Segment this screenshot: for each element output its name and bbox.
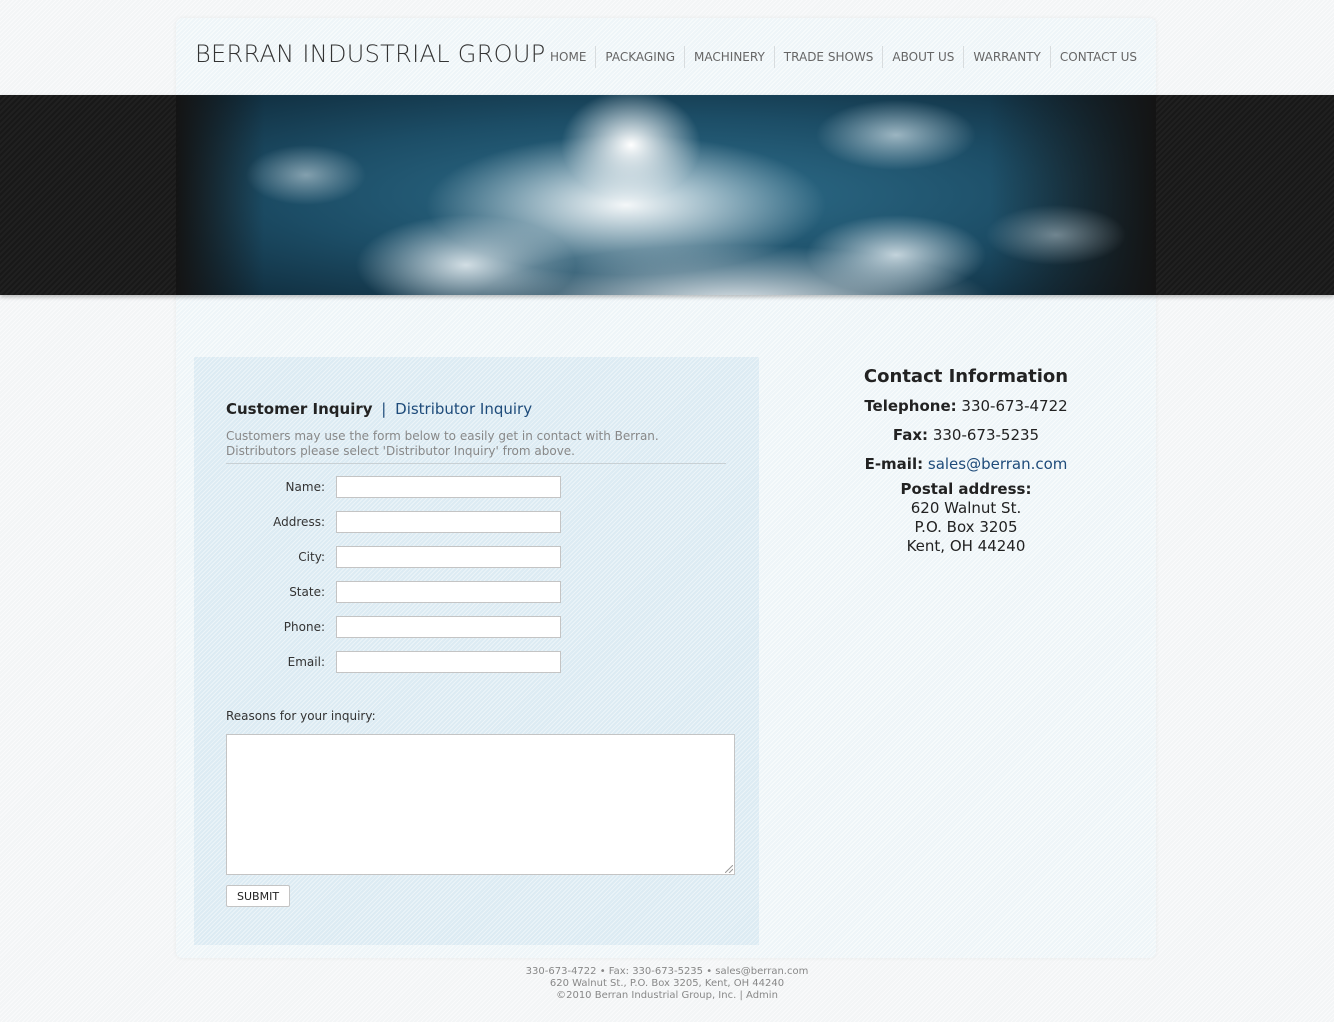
reasons-textarea[interactable] (226, 734, 735, 875)
telephone-label: Telephone: (864, 397, 957, 415)
fax-value: 330-673-5235 (932, 426, 1040, 444)
telephone-line: Telephone: 330-673-4722 (816, 394, 1116, 418)
resize-grip-icon[interactable] (725, 865, 733, 873)
email-label-contact: E-mail: (864, 455, 924, 473)
state-label: State: (289, 585, 325, 599)
postal-line: P.O. Box 3205 (914, 518, 1018, 536)
admin-link[interactable]: Admin (746, 990, 778, 1001)
email-line: E-mail: sales@berran.com (816, 452, 1116, 476)
nav-contact-us[interactable]: CONTACT US (1049, 46, 1146, 68)
city-input[interactable] (336, 546, 561, 568)
nav-machinery[interactable]: MACHINERY (684, 46, 774, 68)
reasons-label: Reasons for your inquiry: (226, 709, 376, 723)
footer: 330-673-4722 • Fax: 330-673-5235 • sales… (0, 966, 1334, 1002)
address-input[interactable] (336, 511, 561, 533)
nav-packaging[interactable]: PACKAGING (595, 46, 684, 68)
banner-strip (0, 95, 1334, 295)
tab-separator: | (381, 400, 387, 418)
email-link[interactable]: sales@berran.com (928, 455, 1068, 473)
site-logo[interactable]: BERRAN INDUSTRIAL GROUP (195, 40, 546, 68)
postal-line: 620 Walnut St. (910, 499, 1022, 517)
tab-customer-inquiry[interactable]: Customer Inquiry (226, 400, 373, 418)
nav-home[interactable]: HOME (541, 46, 595, 68)
state-input[interactable] (336, 581, 561, 603)
city-label: City: (298, 550, 325, 564)
footer-address-line: 620 Walnut St., P.O. Box 3205, Kent, OH … (549, 978, 785, 989)
form-intro-text: Customers may use the form below to easi… (226, 429, 726, 464)
telephone-value: 330-673-4722 (961, 397, 1068, 415)
nav-trade-shows[interactable]: TRADE SHOWS (773, 46, 883, 68)
inquiry-form-panel: Customer Inquiry | Distributor Inquiry C… (194, 357, 759, 945)
footer-copyright: ©2010 Berran Industrial Group, Inc. (556, 990, 737, 1001)
main-nav: HOME PACKAGING MACHINERY TRADE SHOWS ABO… (541, 46, 1146, 68)
nav-about-us[interactable]: ABOUT US (882, 46, 963, 68)
postal-label: Postal address: (900, 480, 1032, 498)
fax-label: Fax: (892, 426, 929, 444)
name-label: Name: (285, 480, 325, 494)
footer-separator: | (739, 990, 743, 1001)
footer-contact-line: 330-673-4722 • Fax: 330-673-5235 • sales… (525, 966, 809, 977)
address-label: Address: (273, 515, 325, 529)
postal-line: Kent, OH 44240 (906, 537, 1026, 555)
phone-input[interactable] (336, 616, 561, 638)
name-input[interactable] (336, 476, 561, 498)
contact-title: Contact Information (863, 366, 1069, 387)
footer-copyright-line: ©2010 Berran Industrial Group, Inc. | Ad… (0, 990, 1334, 1002)
phone-label: Phone: (283, 620, 325, 634)
email-label: Email: (287, 655, 325, 669)
banner-sky-image (176, 95, 1156, 295)
email-input[interactable] (336, 651, 561, 673)
fax-line: Fax: 330-673-5235 (816, 423, 1116, 447)
nav-warranty[interactable]: WARRANTY (963, 46, 1049, 68)
tab-distributor-inquiry[interactable]: Distributor Inquiry (395, 400, 532, 418)
contact-info: Contact Information Telephone: 330-673-4… (816, 365, 1116, 556)
postal-address: Postal address: 620 Walnut St. P.O. Box … (816, 480, 1116, 556)
submit-button[interactable]: SUBMIT (226, 885, 291, 907)
inquiry-tabs: Customer Inquiry | Distributor Inquiry (226, 400, 532, 418)
